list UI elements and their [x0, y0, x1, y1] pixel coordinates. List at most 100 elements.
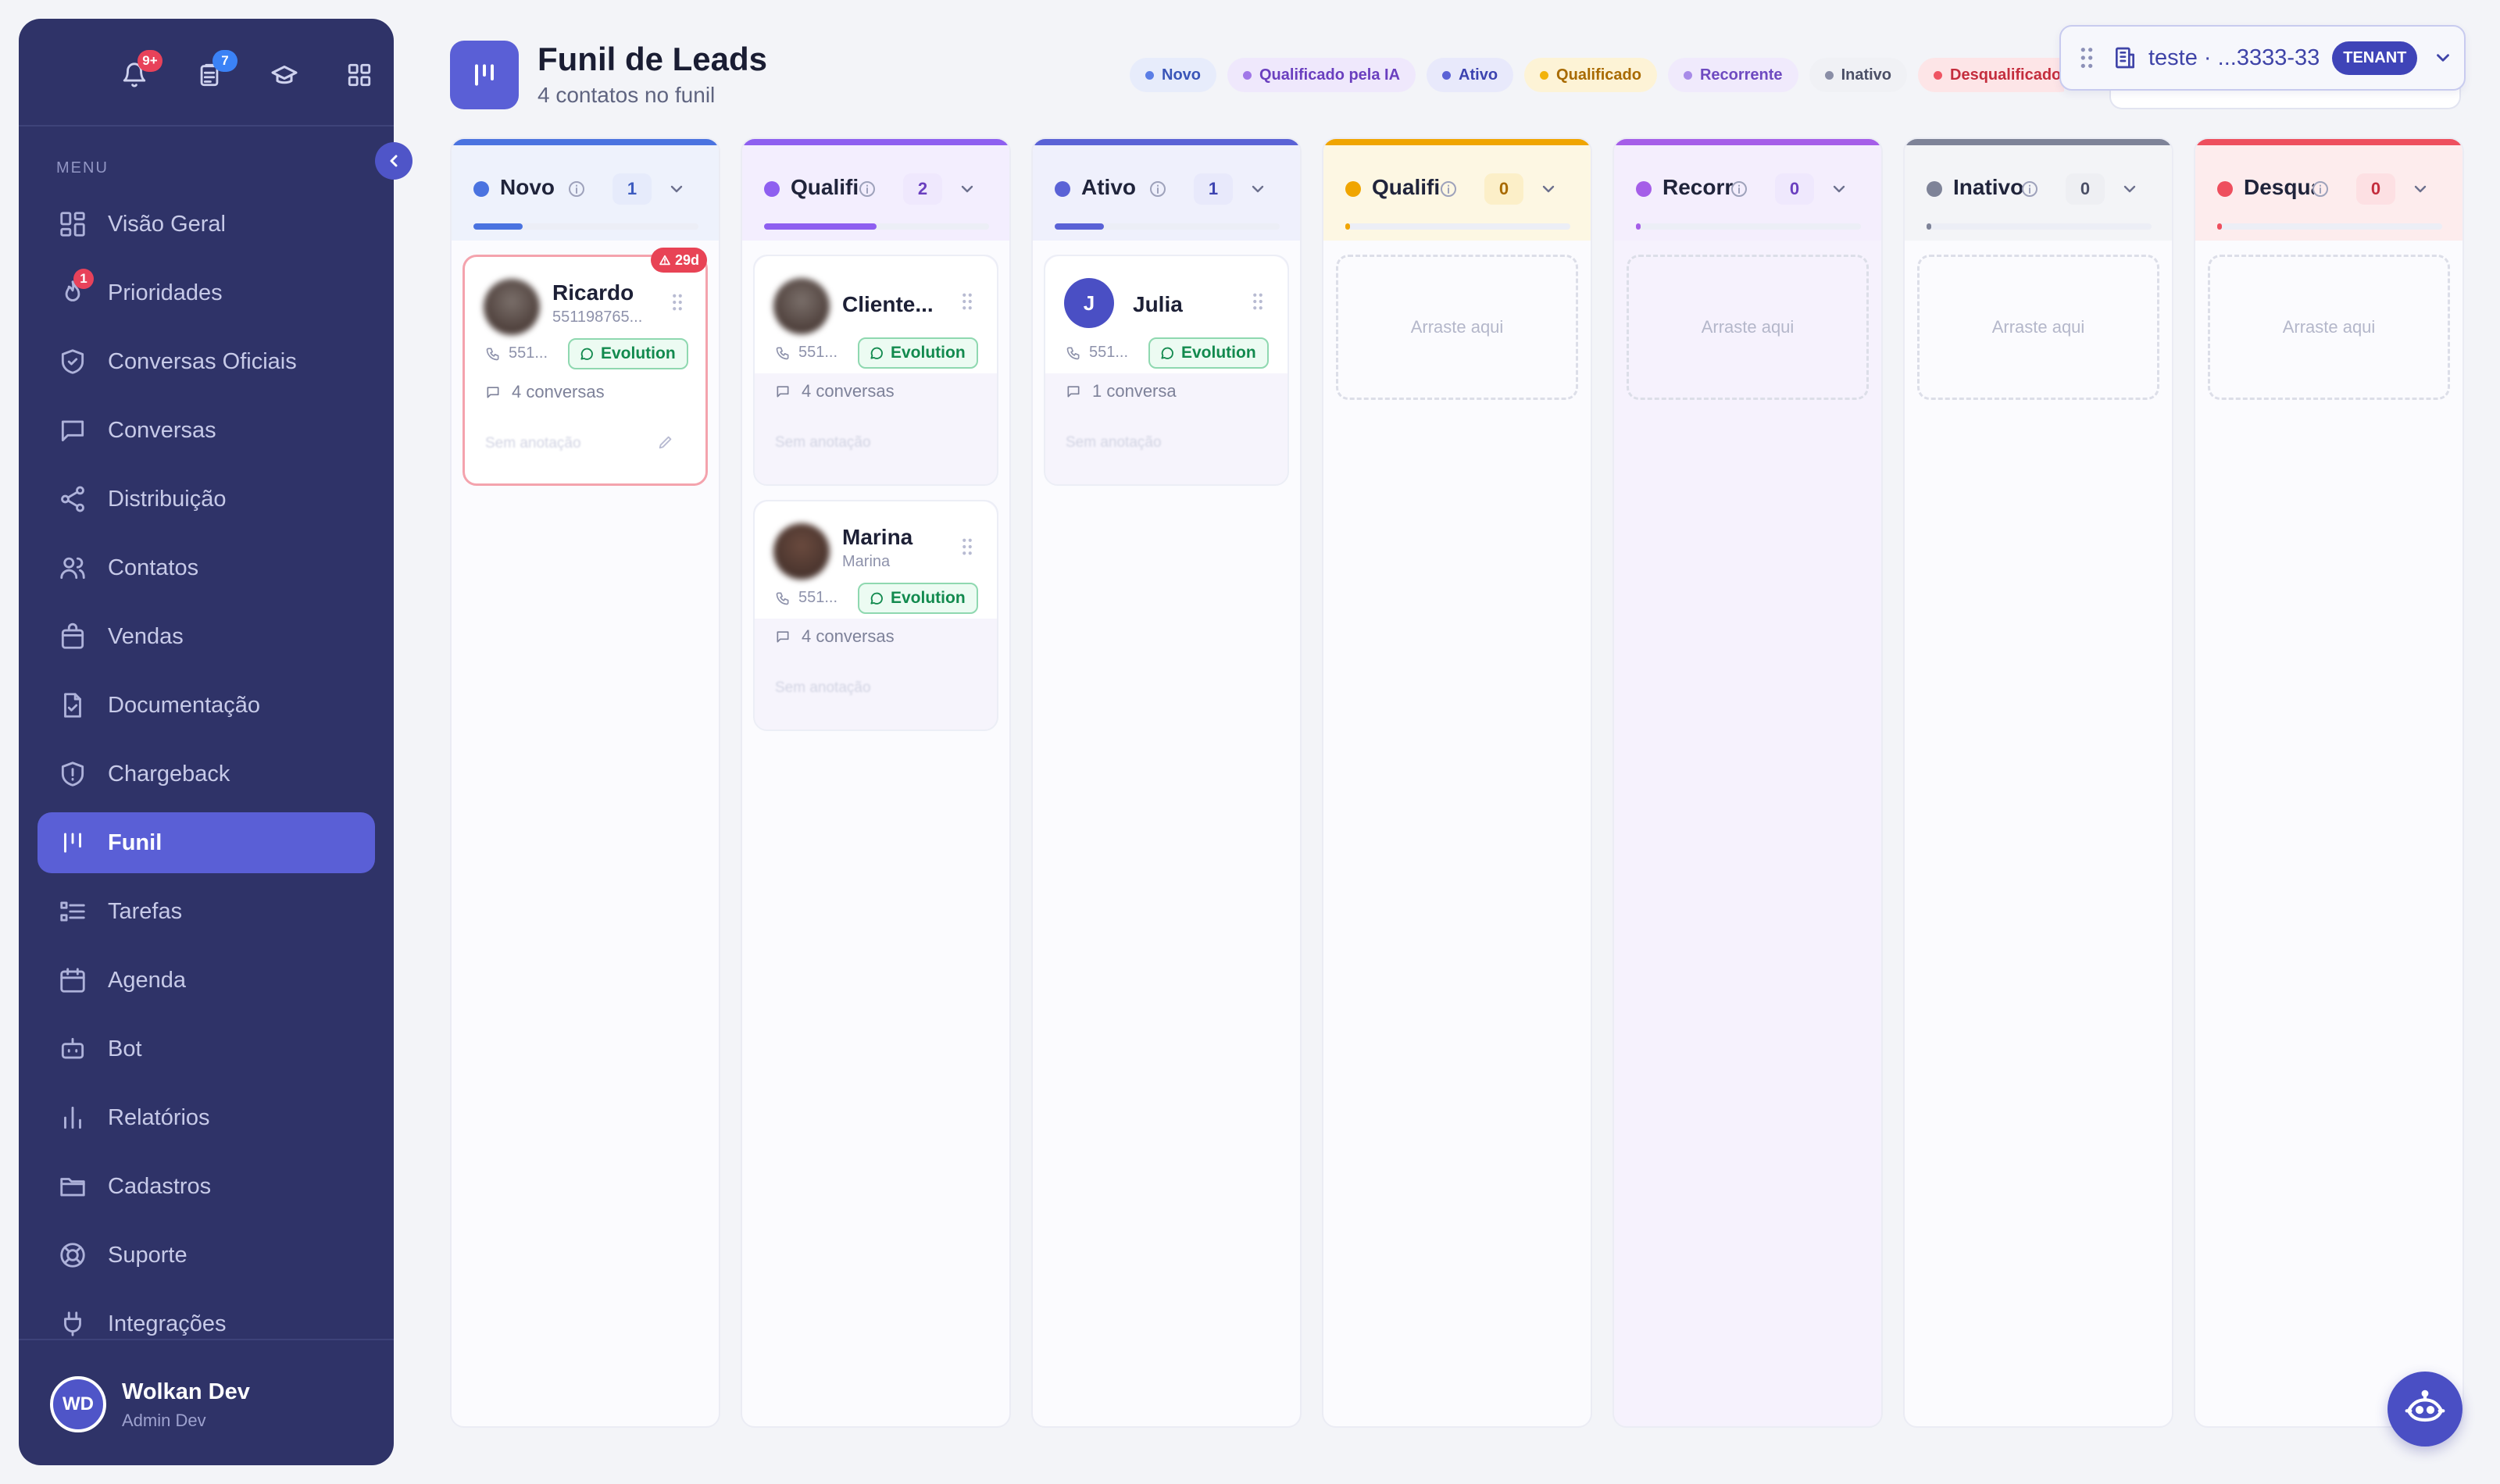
sidebar-item-folder[interactable]: Cadastros — [38, 1156, 375, 1217]
tenant-selector[interactable]: teste · ...3333-33 TENANT — [2059, 25, 2466, 91]
legend-chip[interactable]: Qualificado — [1524, 58, 1657, 92]
phone-icon — [775, 590, 798, 606]
sidebar-item-label: Agenda — [108, 967, 186, 993]
sidebar-item-shield-check[interactable]: Conversas Oficiais — [38, 331, 375, 392]
sidebar-item-funnel[interactable]: Funil — [38, 812, 375, 873]
sidebar-item-users[interactable]: Contatos — [38, 537, 375, 598]
legend-chip[interactable]: Desqualificado — [1918, 58, 2064, 92]
drag-handle-icon[interactable] — [961, 537, 973, 556]
sidebar-item-bot[interactable]: Bot — [38, 1018, 375, 1079]
legend-chip[interactable]: Inativo — [1809, 58, 1908, 92]
column-progress-track — [1345, 223, 1570, 230]
drag-handle-icon[interactable] — [671, 293, 684, 312]
sidebar: 9+ 7 MENU Visão Geral 1 Prioridades Convers… — [19, 19, 394, 1465]
info-icon[interactable] — [1148, 180, 1167, 198]
edit-note-icon[interactable] — [657, 433, 674, 451]
avatar — [773, 278, 830, 334]
column-accent-bar — [2195, 139, 2462, 145]
sidebar-item-label: Conversas — [108, 417, 216, 443]
drop-zone[interactable]: Arraste aqui — [2208, 255, 2450, 400]
column-title: Qualificado pela IA — [791, 175, 861, 199]
sidebar-item-label: Distribuição — [108, 486, 227, 512]
info-icon[interactable] — [2020, 180, 2039, 198]
chevron-down-icon[interactable] — [2411, 180, 2430, 198]
info-icon[interactable] — [567, 180, 586, 198]
chevron-down-icon[interactable] — [667, 180, 686, 198]
sidebar-item-label: Visão Geral — [108, 211, 226, 237]
message-icon — [775, 629, 802, 644]
message-icon — [775, 383, 802, 399]
column-title: Recorrente — [1662, 175, 1733, 199]
sidebar-item-task-list[interactable]: Tarefas — [38, 881, 375, 942]
status-dot — [764, 181, 780, 197]
sidebar-item-grid-layout[interactable]: Visão Geral — [38, 194, 375, 255]
drop-zone[interactable]: Arraste aqui — [1917, 255, 2159, 400]
document-check-icon — [58, 690, 88, 720]
lead-card[interactable]: Marina Marina 551... Evolution 4 conversas Se… — [753, 500, 998, 731]
legend-chip[interactable]: Recorrente — [1667, 58, 1798, 92]
status-dot — [1442, 70, 1452, 80]
bar-chart-icon — [58, 1103, 88, 1133]
academy-button[interactable] — [266, 56, 303, 94]
column-header: Qualificado 0 — [1323, 145, 1591, 241]
tasks-clipboard-button[interactable]: 7 — [191, 50, 238, 94]
column-progress-fill — [1055, 223, 1105, 230]
funnel-icon — [58, 828, 88, 858]
sidebar-item-shield-alert[interactable]: Chargeback — [38, 744, 375, 804]
legend-chip[interactable]: Novo — [1130, 58, 1216, 92]
user-name: Wolkan Dev — [122, 1379, 250, 1404]
sidebar-item-share[interactable]: Distribuição — [38, 469, 375, 530]
page-subtitle: 4 contatos no funil — [538, 83, 716, 107]
lead-card[interactable]: J Julia 551... Evolution 1 conversa Sem anota… — [1044, 255, 1289, 486]
drop-zone[interactable]: Arraste aqui — [1627, 255, 1869, 400]
column-accent-bar — [742, 139, 1009, 145]
sidebar-item-chat[interactable]: Conversas — [38, 400, 375, 461]
chevron-down-icon[interactable] — [1248, 180, 1267, 198]
conversation-count-label: 1 conversa — [1092, 381, 1177, 401]
calendar-icon — [58, 965, 88, 995]
chevron-down-icon[interactable] — [1830, 180, 1848, 198]
apps-button[interactable] — [341, 56, 378, 94]
collapse-sidebar-button[interactable] — [375, 142, 412, 180]
sidebar-item-lifebuoy[interactable]: Suporte — [38, 1225, 375, 1286]
assistant-bot-button[interactable] — [2388, 1372, 2462, 1447]
sidebar-item-label: Vendas — [108, 623, 184, 649]
info-icon[interactable] — [1439, 180, 1458, 198]
chevron-down-icon[interactable] — [1539, 180, 1558, 198]
lead-card[interactable]: Cliente... 551... Evolution 4 conversas Sem … — [753, 255, 998, 486]
legend-chip[interactable]: Qualificado pela IA — [1227, 58, 1416, 92]
column-progress-track — [2217, 223, 2442, 230]
chevron-down-icon[interactable] — [2120, 180, 2139, 198]
sidebar-item-document-check[interactable]: Documentação — [38, 675, 375, 736]
lead-card[interactable]: Ricardo 551198765... 551... Evolution 4 conv… — [462, 248, 708, 486]
notifications-button[interactable]: 9+ — [116, 50, 162, 94]
bot-icon — [58, 1034, 88, 1064]
legend-chip-label: Qualificado pela IA — [1259, 66, 1401, 84]
legend-chip[interactable]: Ativo — [1427, 58, 1514, 92]
robot-icon — [2405, 1389, 2445, 1422]
chevron-down-icon[interactable] — [958, 180, 977, 198]
conversation-count: 4 conversas — [775, 626, 895, 647]
sidebar-item-shopping-bag[interactable]: Vendas — [38, 606, 375, 667]
drop-zone[interactable]: Arraste aqui — [1336, 255, 1578, 400]
kanban-column: Novo 1 Ricardo 551198765... 551... Evolution 4… — [450, 137, 720, 1428]
drag-handle-icon[interactable] — [1252, 292, 1264, 311]
sidebar-item-bar-chart[interactable]: Relatórios — [38, 1087, 375, 1148]
avatar — [484, 279, 540, 335]
status-dot — [1540, 70, 1549, 80]
user-profile[interactable]: WD Wolkan Dev Admin Dev — [19, 1339, 394, 1465]
sidebar-item-flame[interactable]: 1 Prioridades — [38, 262, 375, 323]
drag-handle-icon[interactable] — [961, 292, 973, 311]
info-icon[interactable] — [2311, 180, 2330, 198]
age-label: 29d — [675, 251, 700, 268]
column-count-badge: 0 — [2356, 173, 2395, 205]
chevron-left-icon — [390, 155, 398, 167]
sidebar-top-icons: 9+ 7 — [19, 19, 394, 125]
info-icon[interactable] — [1730, 180, 1748, 198]
column-count-badge: 0 — [2066, 173, 2105, 205]
info-icon[interactable] — [858, 180, 877, 198]
column-progress-track — [1055, 223, 1280, 230]
sidebar-item-calendar[interactable]: Agenda — [38, 950, 375, 1011]
column-progress-fill — [1636, 223, 1641, 230]
column-header: Desqualificado 0 — [2195, 145, 2462, 241]
